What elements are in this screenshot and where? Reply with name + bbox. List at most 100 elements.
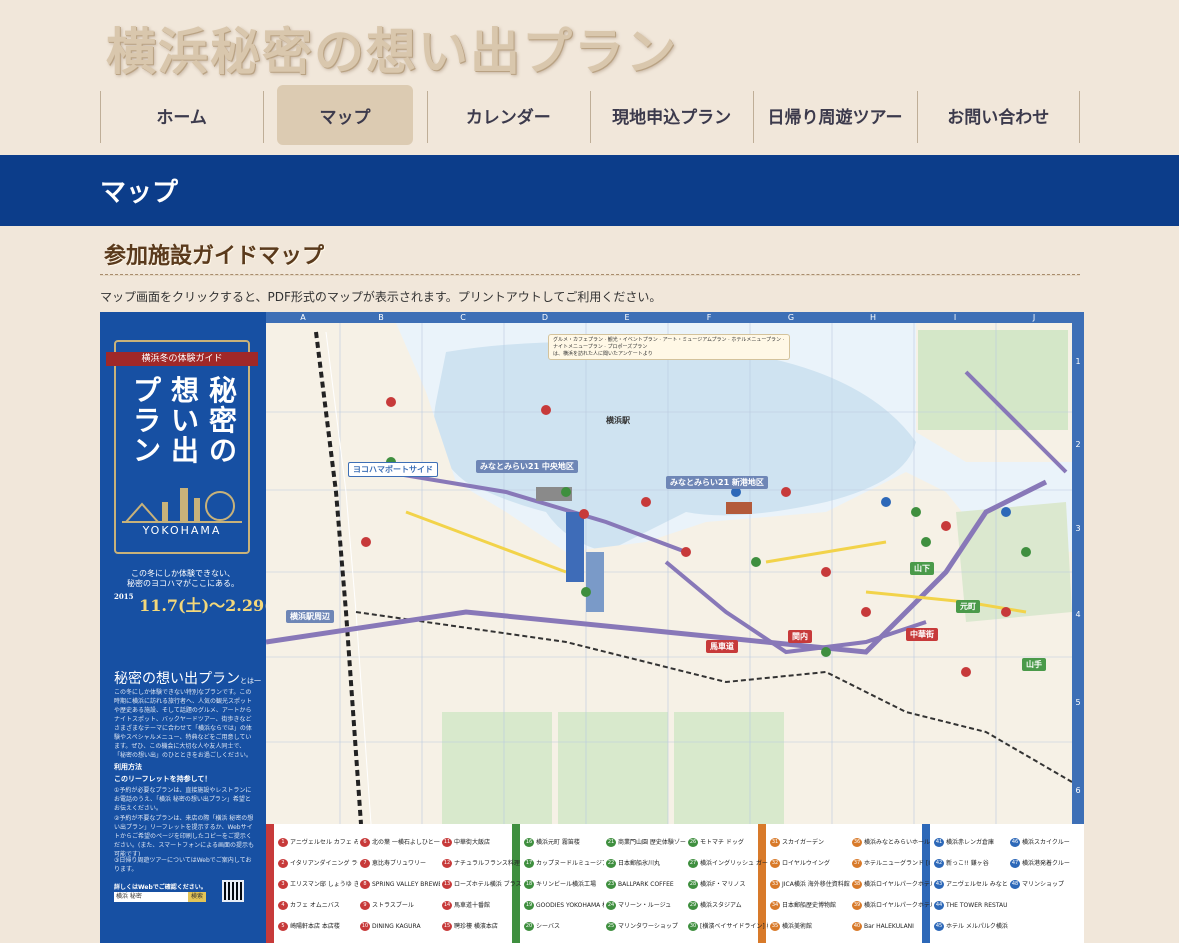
facility-number-badge: 32 [770,859,780,868]
nav-contact[interactable]: お問い合わせ [916,85,1081,145]
facility-number-badge: 6 [360,838,370,847]
facility-list-item: 4 カフェ オムニバス [278,901,358,911]
cover-dates: 11.7(土)〜2.29(月) [139,596,266,615]
facility-number-badge: 39 [852,901,862,910]
area-label-portside: ヨコハマポートサイド [348,462,438,477]
nav-map[interactable]: マップ [263,85,426,145]
guide-map-link[interactable]: 横浜冬の体験ガイド 秘密の 想い出 プラン YOKOHAMA この冬にしか体験で… [100,312,1084,943]
grid-col-I: I [953,313,957,322]
facility-name: 新っこ!! 鎌ヶ谷 [946,860,989,867]
page-banner: マップ [0,155,1179,226]
cover-ribbon: 横浜冬の体験ガイド [106,352,258,366]
facility-name: 横浜みなとみらいホール [864,839,931,846]
facility-name: シーバス [536,923,560,930]
map-legend: グルメ・カフェプラン · 観光・イベントプラン · アート・ミュージアムプラン … [548,334,790,360]
facility-number-badge: 5 [278,922,288,931]
area-label-yokohama-port: 横浜駅 [606,416,630,425]
area-label-yamate: 山手 [1022,658,1046,671]
nav-onsite-plans[interactable]: 現地申込プラン [589,85,753,145]
facility-list-item: 12ナチュラルフランス料理 エリゼ光 [442,859,522,869]
facility-list-item: 18 キリンビール横浜工場 [524,880,604,890]
facility-name: 日本郵船氷川丸 [618,860,661,867]
facility-number-badge: 17 [524,859,534,868]
facility-name: 恵比寿ブリュワリー [372,860,427,867]
grid-col-E: E [624,313,630,322]
facility-list-item: 14 馬車道十番館 [442,901,522,911]
facility-name: イタリアンダイニング ラグーア [290,860,358,867]
facility-name: カフェ オムニバス [290,902,340,909]
legend-gourmet: グルメ・カフェプラン [553,337,604,343]
nav-map-label: マップ [319,107,371,128]
cover-search-field: 横浜 秘密 検索 [114,892,206,902]
facility-name: 横浜F・マリノス [700,881,746,888]
grid-col-F: F [706,313,712,322]
facility-name: マリンタワーショップ [618,923,678,930]
facility-number-badge: 48 [1010,880,1020,889]
section-title: 参加施設ガイドマップ [104,244,325,269]
facility-name: マリーン・ルージュ [618,902,672,909]
facility-number-badge: 12 [442,859,452,868]
facility-number-badge: 7 [360,859,370,868]
facility-name: アニヴェルセル カフェ みなとみらい横浜店 [290,839,358,846]
facility-number-badge: 37 [852,859,862,868]
facility-name: 崎陽軒本店 本店楼 [290,923,340,930]
cover-web-note: 詳しくはWebでご確認ください。 [114,884,207,891]
facility-name: マリンショップ [1022,881,1065,888]
facility-list-item: 9 ストラスブール [360,901,440,911]
facility-list-item: 19GOODIES YOKOHAMA 横浜ワールドポーターズ [524,901,604,911]
nav-day-tours[interactable]: 日帰り周遊ツアー [753,85,916,145]
facility-list-item: 46横浜スカイクルーズ [1010,838,1070,848]
area-label-kannai: 関内 [788,630,812,643]
facility-list-item: 45 ホテル メルパルク横浜 [934,922,1008,932]
facility-list-item: 21 商業門山園 歴史体験ゾーン [606,838,686,848]
facility-list-item: 32 ロイヤルウイング [770,859,850,869]
section-divider [100,274,1080,276]
grid-col-J: J [1032,313,1036,322]
cover-search-value: 横浜 秘密 [116,893,142,900]
facility-list-item: 20 シーバス [524,922,604,932]
facility-name: Bar HALEKULANI [864,923,914,930]
grid-col-A: A [300,313,306,322]
grid-row-2: 2 [1075,440,1081,449]
area-label-yokohama-station: 横浜駅周辺 [286,610,334,623]
site-logo-title[interactable]: 横浜秘密の想い出プラン [106,12,678,84]
facility-number-badge: 44 [934,901,944,910]
facility-name: 横浜元町 霧笛楼 [536,839,580,846]
facility-name: ホテル メルパルク横浜 [946,923,1008,930]
facility-list-item: 16 横浜元町 霧笛楼 [524,838,604,848]
section-description: マップ画面をクリックすると、PDF形式のマップが表示されます。プリントアウトして… [100,290,662,304]
facility-list-item: 27横浜イングリッシュ ガーデン [688,859,768,869]
legend-note: は、横浜を訪れた人に聞いたアンケートより [553,351,653,357]
facility-name: ホテルニューグランド [I MARINA] [864,860,932,867]
cover-start-year: 2015 [114,592,134,601]
facility-list-item: 25 マリンタワーショップ [606,922,686,932]
grid-row-5: 5 [1075,698,1081,707]
facility-number-badge: 46 [1010,838,1020,847]
facility-number-badge: 13 [442,880,452,889]
facility-list-item: 37ホテルニューグランド [I MARINA] [852,859,932,869]
facility-name: [横濱ベイサイドライン] 横浜駅東口発着便 [700,923,768,930]
facility-name: SPRING VALLEY BREWERY YOKOHAMA [372,881,440,888]
facility-number-badge: 24 [606,901,616,910]
facility-name: 横浜イングリッシュ ガーデン [700,860,768,867]
facility-list-item: 24 マリーン・ルージュ [606,901,686,911]
nav-home[interactable]: ホーム [100,85,263,145]
grid-col-H: H [869,313,876,322]
facility-number-badge: 28 [688,880,698,889]
facility-number-badge: 47 [1010,859,1020,868]
facility-name: 横浜スタジアム [700,902,742,909]
facility-name: スカイガーデン [782,839,825,846]
facility-list-item: 6 北の葉 一横石よしひと一 [360,838,440,848]
facility-number-badge: 38 [852,880,862,889]
legend-art: アート・ミュージアムプラン [662,337,727,343]
facility-name: キリンビール横浜工場 [536,881,597,888]
cover-subtitle-suffix: とは一 [240,677,261,685]
nav-calendar[interactable]: カレンダー [426,85,590,145]
facility-list-item: 5 崎陽軒本店 本店楼 [278,922,358,932]
cover-howto-1: ①予約が必要なプランは、直接施設やレストランにお電話のうえ、「横浜 秘密の想い出… [114,787,252,812]
cover-howto-sub: このリーフレットを持参して！ [114,775,212,783]
cover-howto-3: ③日帰り周遊ツアーについてはWebでご案内しております。 [114,857,252,873]
cover-howto-heading: 利用方法 [114,763,142,771]
facility-list-item: 43アニヴェルセル みなとみらい横浜 [934,880,1008,890]
nav-onsite-plans-label: 現地申込プラン [612,107,732,128]
